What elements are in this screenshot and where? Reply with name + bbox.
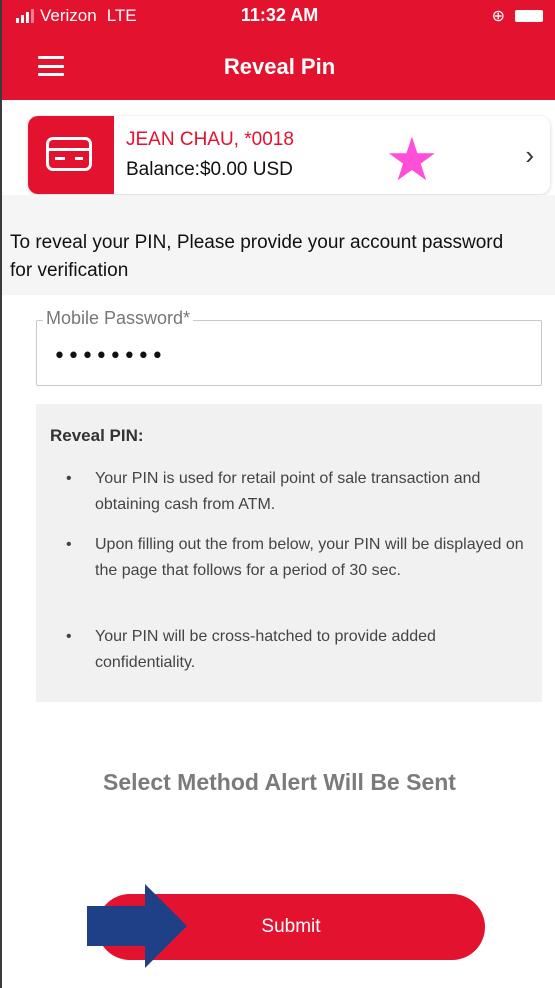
- alert-method-heading: Select Method Alert Will Be Sent: [103, 769, 456, 795]
- app-header: Verizon LTE 11:32 AM ⊕ Reveal Pin: [2, 0, 555, 100]
- bullet-icon: •: [66, 628, 72, 645]
- battery-icon: [515, 10, 543, 22]
- account-selector-card[interactable]: JEAN CHAU, *0018 Balance:$0.00 USD ›: [28, 116, 550, 194]
- instruction-section: To reveal your PIN, Please provide your …: [2, 195, 555, 295]
- chevron-right-icon[interactable]: ›: [525, 140, 534, 171]
- mobile-password-field[interactable]: Mobile Password*: [36, 308, 542, 386]
- page-title: Reveal Pin: [223, 54, 336, 79]
- reveal-pin-info-box: Reveal PIN: • Your PIN is used for retai…: [36, 404, 542, 702]
- password-input[interactable]: [51, 343, 515, 370]
- arrow-right-icon: [87, 884, 187, 968]
- instruction-text: To reveal your PIN, Please provide your …: [10, 232, 504, 281]
- account-name: JEAN CHAU, *0018: [126, 129, 294, 150]
- info-item-text: Your PIN is used for retail point of sal…: [95, 470, 481, 513]
- bullet-icon: •: [66, 536, 72, 553]
- nav-bar: Reveal Pin: [2, 34, 555, 100]
- status-icons: ⊕: [492, 6, 543, 26]
- account-balance: Balance:$0.00 USD: [126, 159, 293, 180]
- password-field-label: Mobile Password*: [43, 308, 194, 329]
- info-item-text: Upon filling out the from below, your PI…: [95, 536, 524, 579]
- credit-card-icon: [46, 137, 92, 171]
- bullet-icon: •: [66, 470, 72, 487]
- info-title: Reveal PIN:: [50, 426, 144, 445]
- app-screen: Verizon LTE 11:32 AM ⊕ Reveal Pin JEAN C…: [0, 0, 555, 988]
- card-icon-container: [28, 116, 114, 194]
- orientation-lock-icon: ⊕: [491, 8, 505, 25]
- star-icon: ★: [385, 126, 439, 193]
- status-bar: Verizon LTE 11:32 AM ⊕: [2, 0, 555, 34]
- info-item-text: Your PIN will be cross-hatched to provid…: [95, 628, 436, 671]
- clock: 11:32 AM: [240, 5, 319, 25]
